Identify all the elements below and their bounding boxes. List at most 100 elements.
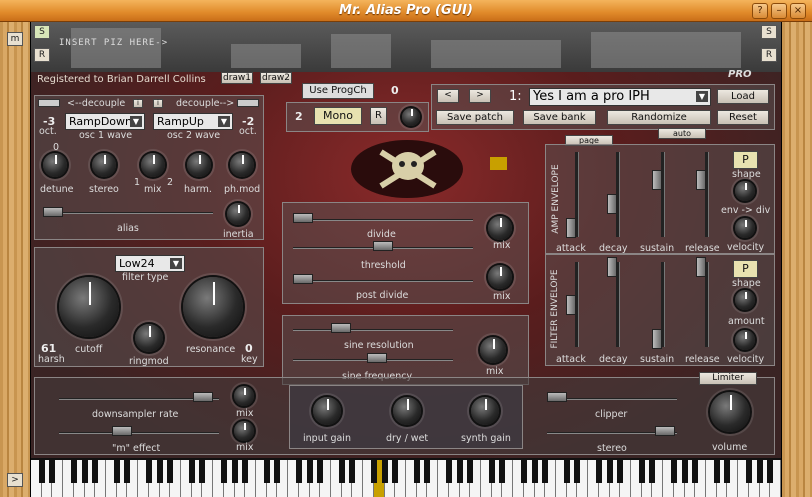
m-effect-mix-knob[interactable] bbox=[234, 421, 254, 441]
use-progch-button[interactable]: Use ProgCh bbox=[302, 83, 374, 99]
divide-slider-track[interactable] bbox=[293, 219, 473, 221]
amp-attack-thumb[interactable] bbox=[566, 218, 576, 238]
black-key[interactable] bbox=[467, 460, 474, 483]
black-key[interactable] bbox=[70, 460, 77, 483]
harm-knob[interactable] bbox=[187, 153, 211, 177]
black-key[interactable] bbox=[124, 460, 131, 483]
black-key[interactable] bbox=[231, 460, 238, 483]
env-div-knob[interactable] bbox=[735, 218, 755, 238]
osc2-wave-select[interactable]: RampUp ▼ bbox=[153, 113, 233, 130]
amp-decay-thumb[interactable] bbox=[607, 194, 617, 214]
black-key[interactable] bbox=[156, 460, 163, 483]
osc-mix-knob[interactable] bbox=[141, 153, 165, 177]
black-key[interactable] bbox=[220, 460, 227, 483]
black-key[interactable] bbox=[413, 460, 420, 483]
filter-amount-knob[interactable] bbox=[735, 330, 755, 350]
black-key[interactable] bbox=[520, 460, 527, 483]
info-button-1[interactable]: i bbox=[133, 99, 143, 108]
inertia-knob[interactable] bbox=[227, 203, 249, 225]
alias-slider-thumb[interactable] bbox=[43, 207, 63, 217]
ringmod-knob[interactable] bbox=[135, 324, 163, 352]
save-bank-button[interactable]: Save bank bbox=[523, 110, 596, 125]
draw2-button[interactable]: draw2 bbox=[260, 72, 292, 84]
clipper-thumb[interactable] bbox=[547, 392, 567, 402]
cutoff-knob[interactable] bbox=[59, 277, 119, 337]
black-key[interactable] bbox=[145, 460, 152, 483]
info-button-2[interactable]: i bbox=[153, 99, 163, 108]
limiter-button[interactable]: Limiter bbox=[699, 372, 757, 385]
m-effect-thumb[interactable] bbox=[112, 426, 132, 436]
mono-button[interactable]: Mono bbox=[314, 107, 362, 125]
volume-knob[interactable] bbox=[710, 392, 750, 432]
sine-frequency-thumb[interactable] bbox=[367, 353, 387, 363]
amp-p-button[interactable]: P bbox=[733, 151, 758, 169]
post-divide-slider-thumb[interactable] bbox=[293, 274, 313, 284]
black-key[interactable] bbox=[392, 460, 399, 483]
minimize-button[interactable]: – bbox=[771, 3, 787, 19]
black-key[interactable] bbox=[306, 460, 313, 483]
decouple-left-toggle[interactable] bbox=[38, 99, 60, 107]
load-button[interactable]: Load bbox=[717, 89, 769, 104]
stereo-knob[interactable] bbox=[92, 153, 116, 177]
decouple-right-toggle[interactable] bbox=[237, 99, 259, 107]
downsampler-mix-knob[interactable] bbox=[234, 386, 254, 406]
black-key[interactable] bbox=[424, 460, 431, 483]
r-button[interactable]: R bbox=[370, 107, 387, 125]
dry-wet-knob[interactable] bbox=[393, 397, 421, 425]
filter-p-button[interactable]: P bbox=[733, 260, 758, 278]
filter-type-select[interactable]: Low24 ▼ bbox=[115, 255, 185, 272]
input-gain-knob[interactable] bbox=[313, 397, 341, 425]
stereo-thumb[interactable] bbox=[655, 426, 675, 436]
m-effect-track[interactable] bbox=[59, 432, 219, 434]
patch-name-select[interactable]: Yes I am a pro IPH ▼ bbox=[529, 88, 711, 106]
filter-release-thumb[interactable] bbox=[696, 257, 706, 277]
black-key[interactable] bbox=[638, 460, 645, 483]
sine-mix-knob[interactable] bbox=[480, 337, 506, 363]
sine-resolution-track[interactable] bbox=[293, 329, 453, 331]
black-key[interactable] bbox=[499, 460, 506, 483]
piano-keyboard[interactable] bbox=[31, 458, 781, 497]
black-key[interactable] bbox=[456, 460, 463, 483]
black-key[interactable] bbox=[263, 460, 270, 483]
amp-release-thumb[interactable] bbox=[696, 170, 706, 190]
osc1-wave-select[interactable]: RampDown ▼ bbox=[65, 113, 145, 130]
prev-patch-button[interactable]: < bbox=[437, 89, 459, 103]
black-key[interactable] bbox=[649, 460, 656, 483]
black-key[interactable] bbox=[745, 460, 752, 483]
black-key[interactable] bbox=[542, 460, 549, 483]
threshold-slider-thumb[interactable] bbox=[373, 241, 393, 251]
help-button[interactable]: ? bbox=[752, 3, 768, 19]
synth-gain-knob[interactable] bbox=[471, 397, 499, 425]
black-key[interactable] bbox=[574, 460, 581, 483]
black-key[interactable] bbox=[242, 460, 249, 483]
r-button-left[interactable]: R bbox=[34, 48, 50, 62]
black-key[interactable] bbox=[724, 460, 731, 483]
black-key[interactable] bbox=[49, 460, 56, 483]
detune-knob[interactable] bbox=[43, 153, 67, 177]
black-key[interactable] bbox=[531, 460, 538, 483]
filter-decay-thumb[interactable] bbox=[607, 257, 617, 277]
filter-attack-thumb[interactable] bbox=[566, 295, 576, 315]
black-key[interactable] bbox=[295, 460, 302, 483]
black-key[interactable] bbox=[617, 460, 624, 483]
black-key[interactable] bbox=[606, 460, 613, 483]
save-patch-button[interactable]: Save patch bbox=[436, 110, 514, 125]
resonance-knob[interactable] bbox=[183, 277, 243, 337]
post-divide-mix-knob[interactable] bbox=[488, 265, 512, 289]
post-divide-slider-track[interactable] bbox=[293, 280, 473, 282]
black-key[interactable] bbox=[274, 460, 281, 483]
black-key[interactable] bbox=[317, 460, 324, 483]
r-button-right[interactable]: R bbox=[761, 48, 777, 62]
black-key[interactable] bbox=[595, 460, 602, 483]
black-key[interactable] bbox=[113, 460, 120, 483]
downsampler-thumb[interactable] bbox=[193, 392, 213, 402]
next-patch-button[interactable]: > bbox=[469, 89, 491, 103]
divide-mix-knob[interactable] bbox=[488, 216, 512, 240]
black-key[interactable] bbox=[338, 460, 345, 483]
black-key[interactable] bbox=[381, 460, 388, 483]
alias-slider-track[interactable] bbox=[43, 212, 213, 214]
black-key[interactable] bbox=[713, 460, 720, 483]
amp-release-track[interactable] bbox=[705, 152, 709, 237]
black-key[interactable] bbox=[692, 460, 699, 483]
draw1-button[interactable]: draw1 bbox=[221, 72, 253, 84]
